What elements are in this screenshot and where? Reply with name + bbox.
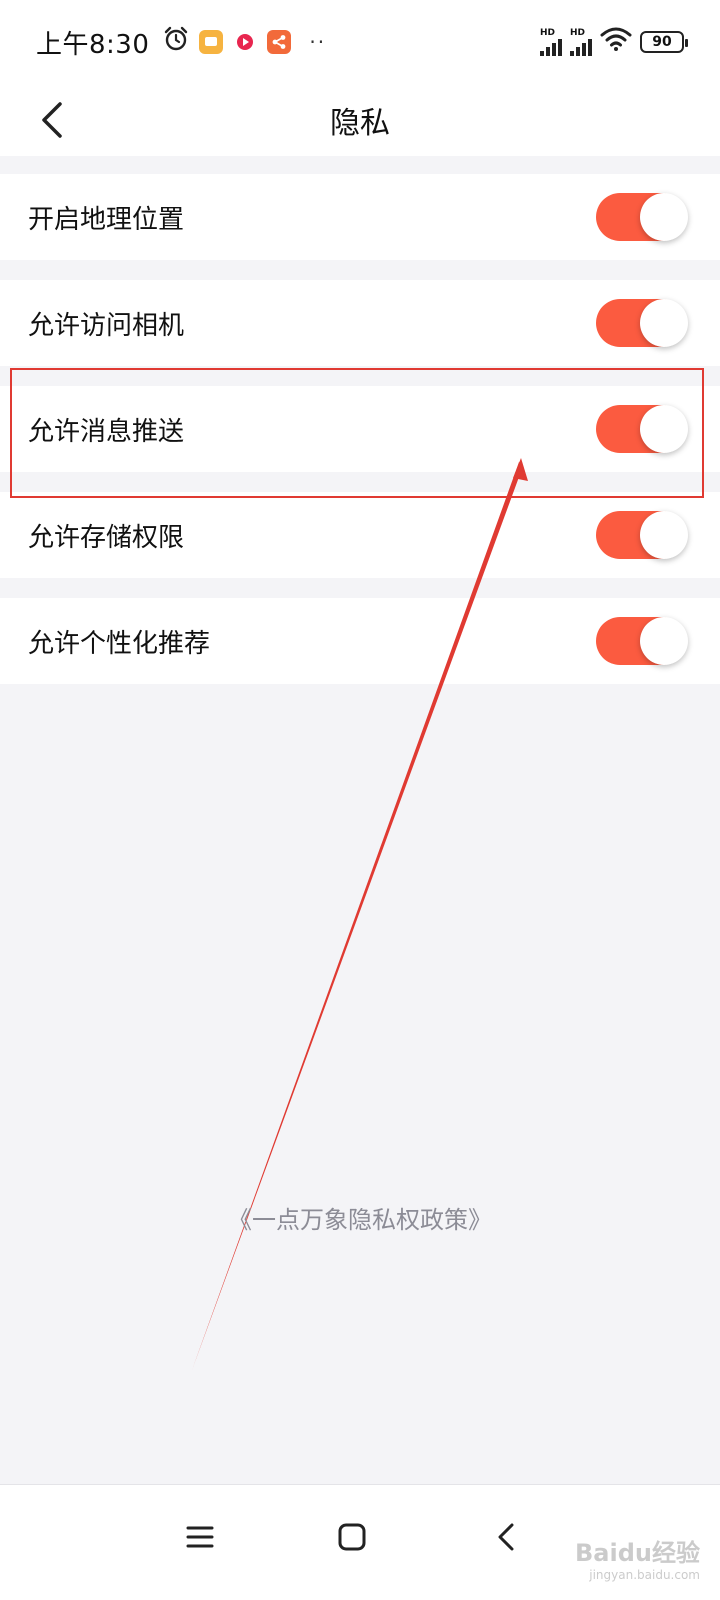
toggle-knob — [640, 299, 688, 347]
watermark-main: Baidu经验 — [575, 1539, 700, 1567]
toggle-knob — [640, 511, 688, 559]
home-button[interactable] — [322, 1507, 382, 1567]
camera-toggle[interactable] — [596, 299, 688, 347]
setting-row-personalized-recommendations: 允许个性化推荐 — [0, 598, 720, 684]
setting-label: 允许存储权限 — [28, 522, 185, 553]
page-title: 隐私 — [330, 106, 390, 141]
hd-label: HD — [540, 27, 556, 38]
setting-row-location: 开启地理位置 — [0, 174, 720, 260]
setting-label: 开启地理位置 — [28, 204, 185, 235]
share-app-icon — [267, 30, 292, 54]
status-left: 上午8:30 ·· — [36, 24, 326, 61]
notes-app-icon — [199, 30, 224, 54]
setting-label: 允许个性化推荐 — [28, 628, 211, 659]
toggle-knob — [640, 405, 688, 453]
header: 隐私 — [0, 84, 720, 156]
signal-icon-secondary: HD — [570, 27, 592, 56]
menu-icon — [186, 1526, 214, 1548]
home-icon — [338, 1523, 366, 1551]
toggle-knob — [640, 193, 688, 241]
wifi-icon — [600, 26, 632, 58]
video-app-icon — [233, 30, 258, 54]
battery-icon: 90 — [640, 31, 688, 53]
setting-row-push-notifications: 允许消息推送 — [0, 386, 720, 472]
privacy-settings-screen: 上午8:30 ·· HD HD 90 隐私 开启地理位置 允许访问相机 允许消息… — [0, 0, 720, 1600]
status-time: 上午8:30 — [36, 29, 150, 60]
toggle-knob — [640, 617, 688, 665]
hd-label-secondary: HD — [570, 27, 586, 38]
personalized-recommendations-toggle[interactable] — [596, 617, 688, 665]
setting-label: 允许消息推送 — [28, 416, 185, 447]
back-button[interactable] — [30, 98, 74, 142]
setting-label: 允许访问相机 — [28, 310, 185, 341]
storage-toggle[interactable] — [596, 511, 688, 559]
setting-row-camera: 允许访问相机 — [0, 280, 720, 366]
back-icon — [498, 1523, 514, 1551]
watermark-sub: jingyan.baidu.com — [589, 1568, 700, 1582]
menu-button[interactable] — [170, 1507, 230, 1567]
status-notification-icons: ·· — [163, 26, 326, 58]
battery-level: 90 — [652, 34, 672, 50]
watermark-logo: Baidu经验 jingyan.baidu.com — [575, 1533, 700, 1582]
system-navigation-bar: Baidu经验 jingyan.baidu.com — [0, 1484, 720, 1600]
status-bar: 上午8:30 ·· HD HD 90 — [0, 0, 720, 84]
system-back-button[interactable] — [476, 1507, 536, 1567]
alarm-icon — [163, 26, 189, 58]
setting-row-storage: 允许存储权限 — [0, 492, 720, 578]
status-right: HD HD 90 — [540, 26, 688, 58]
chevron-left-icon — [42, 102, 62, 138]
location-toggle[interactable] — [596, 193, 688, 241]
settings-list: 开启地理位置 允许访问相机 允许消息推送 允许存储权限 允许个性化推荐 — [0, 174, 720, 704]
more-notifications-indicator: ·· — [309, 30, 327, 54]
push-notifications-toggle[interactable] — [596, 405, 688, 453]
signal-icon: HD — [540, 27, 562, 56]
privacy-policy-link[interactable]: 《一点万象隐私权政策》 — [0, 1200, 720, 1235]
